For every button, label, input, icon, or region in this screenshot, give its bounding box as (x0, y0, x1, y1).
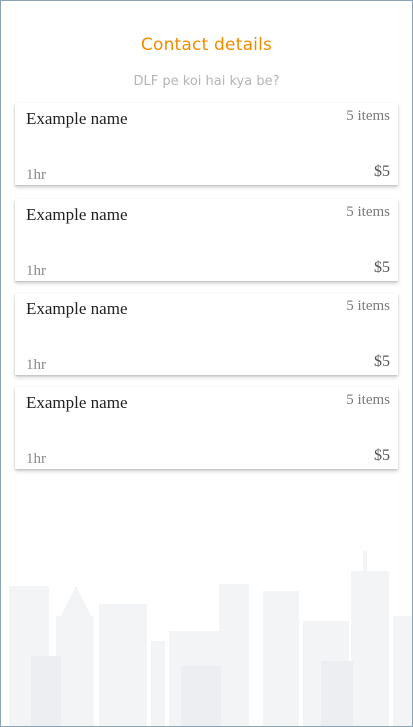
page-subtitle: DLF pe koi hai kya be? (133, 74, 280, 89)
contact-card[interactable]: Example name 5 items 1hr $5 (15, 387, 398, 469)
contact-name: Example name (26, 393, 128, 412)
city-skyline-illustration (9, 551, 412, 726)
item-count: 5 items (346, 204, 390, 220)
contact-name: Example name (26, 109, 128, 128)
contact-card[interactable]: Example name 5 items 1hr $5 (15, 199, 398, 281)
price-label: $5 (374, 163, 390, 180)
cropped-top-tabs (1, 1, 412, 9)
item-count: 5 items (346, 298, 390, 314)
contact-name: Example name (26, 299, 128, 318)
item-count: 5 items (346, 392, 390, 408)
price-label: $5 (374, 353, 390, 370)
price-label: $5 (374, 447, 390, 464)
time-label: 1hr (26, 357, 46, 373)
price-label: $5 (374, 259, 390, 276)
item-count: 5 items (346, 108, 390, 124)
app-frame: Contact details DLF pe koi hai kya be? E… (0, 0, 413, 727)
contact-name: Example name (26, 205, 128, 224)
contact-card[interactable]: Example name 5 items 1hr $5 (15, 293, 398, 375)
contact-card[interactable]: Example name 5 items 1hr $5 (15, 103, 398, 185)
time-label: 1hr (26, 451, 46, 467)
page-title: Contact details (140, 35, 273, 55)
time-label: 1hr (26, 263, 46, 279)
time-label: 1hr (26, 167, 46, 183)
